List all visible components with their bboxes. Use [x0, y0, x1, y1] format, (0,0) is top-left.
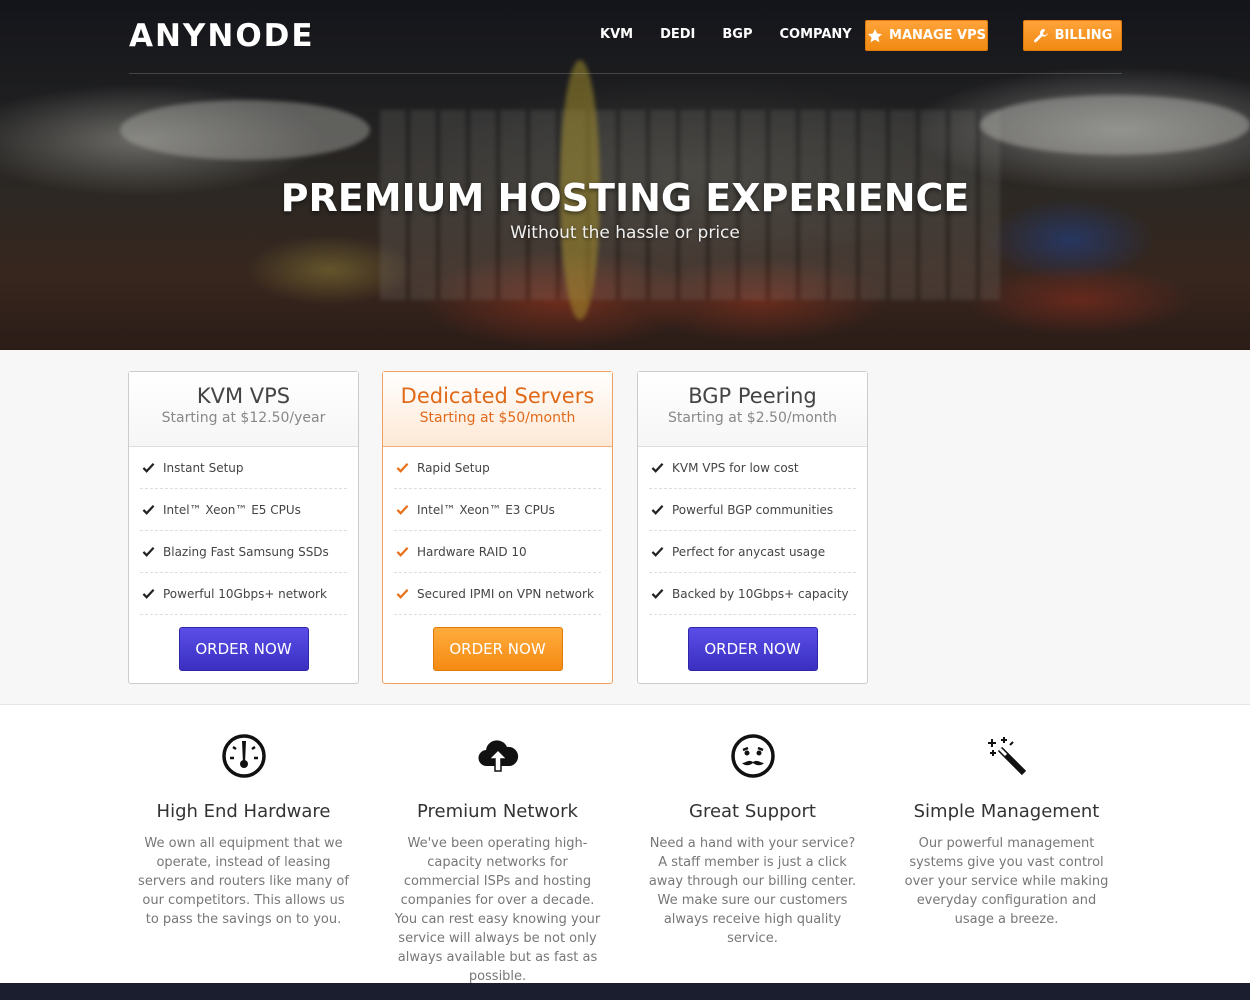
feature-title: Premium Network	[417, 801, 578, 822]
plan-feature-label: Rapid Setup	[417, 460, 490, 475]
hero-cable-decoration	[980, 95, 1250, 155]
billing-label: BILLING	[1054, 28, 1113, 43]
feature-description: Need a hand with your service? A staff m…	[648, 836, 857, 946]
check-icon	[651, 505, 664, 515]
plan-card-bgp-peering: BGP Peering Starting at $2.50/month KVM …	[637, 371, 868, 684]
main-nav: KVM DEDI BGP COMPANY	[600, 20, 879, 50]
site-logo[interactable]: ANYNODE	[129, 18, 315, 54]
plan-name: BGP Peering	[688, 384, 817, 408]
plan-header: BGP Peering Starting at $2.50/month	[638, 372, 867, 447]
check-icon	[651, 463, 664, 473]
features-section: High End Hardware We own all equipment t…	[0, 705, 1250, 986]
nav-link-dedi[interactable]: DEDI	[660, 20, 695, 50]
plan-feature-label: Backed by 10Gbps+ capacity	[672, 586, 849, 601]
plan-feature: Blazing Fast Samsung SSDs	[140, 531, 347, 573]
plan-card-kvm-vps: KVM VPS Starting at $12.50/year Instant …	[128, 371, 359, 684]
magic-wand-icon	[987, 737, 1026, 776]
plan-feature-label: Secured IPMI on VPN network	[417, 586, 594, 601]
order-now-button-kvm[interactable]: ORDER NOW	[178, 627, 309, 671]
check-icon	[396, 547, 409, 557]
check-icon	[651, 589, 664, 599]
feature-simple-management: Simple Management Our powerful managemen…	[899, 733, 1114, 929]
plan-header: Dedicated Servers Starting at $50/month	[383, 372, 612, 447]
plan-feature: Backed by 10Gbps+ capacity	[649, 573, 856, 615]
billing-button[interactable]: BILLING	[1023, 20, 1122, 51]
order-now-button-dedicated[interactable]: ORDER NOW	[432, 627, 563, 671]
check-icon	[396, 463, 409, 473]
order-now-button-bgp[interactable]: ORDER NOW	[687, 627, 818, 671]
check-icon	[142, 505, 155, 515]
plan-feature: Hardware RAID 10	[394, 531, 601, 573]
plan-price: Starting at $2.50/month	[667, 410, 838, 426]
feature-premium-network: Premium Network We've been operating hig…	[390, 733, 605, 986]
wrench-icon	[1033, 28, 1048, 42]
plan-feature-label: Intel™ Xeon™ E3 CPUs	[417, 502, 555, 517]
plan-feature: Instant Setup	[140, 447, 347, 489]
plan-name: KVM VPS	[196, 384, 291, 408]
header-divider	[129, 73, 1122, 74]
check-icon	[142, 463, 155, 473]
hero-title: PREMIUM HOSTING EXPERIENCE	[280, 176, 970, 220]
hero-cable-decoration	[120, 100, 370, 160]
cloud-upload-icon	[477, 740, 518, 772]
plan-feature-label: Perfect for anycast usage	[672, 544, 826, 559]
feature-title: High End Hardware	[156, 801, 331, 822]
plan-feature-label: Powerful 10Gbps+ network	[163, 586, 327, 601]
plan-feature: KVM VPS for low cost	[649, 447, 856, 489]
check-icon	[396, 505, 409, 515]
plan-feature: Perfect for anycast usage	[649, 531, 856, 573]
plan-feature-label: Intel™ Xeon™ E5 CPUs	[163, 502, 301, 517]
feature-great-support: Great Support Need a hand with your serv…	[645, 733, 860, 948]
plan-feature: Powerful BGP communities	[649, 489, 856, 531]
plan-feature: Intel™ Xeon™ E3 CPUs	[394, 489, 601, 531]
check-icon	[142, 589, 155, 599]
plan-feature: Secured IPMI on VPN network	[394, 573, 601, 615]
plan-feature-label: Instant Setup	[163, 460, 244, 475]
plan-feature-list: Rapid Setup Intel™ Xeon™ E3 CPUs Hardwar…	[383, 447, 612, 615]
check-icon	[651, 547, 664, 557]
plan-feature-label: Hardware RAID 10	[417, 544, 527, 559]
plan-price: Starting at $12.50/year	[161, 410, 326, 426]
plan-feature: Powerful 10Gbps+ network	[140, 573, 347, 615]
manage-vps-label: MANAGE VPS	[889, 28, 986, 43]
hero-subtitle: Without the hassle or price	[510, 223, 740, 243]
check-icon	[142, 547, 155, 557]
plan-feature-list: Instant Setup Intel™ Xeon™ E5 CPUs Blazi…	[129, 447, 358, 615]
nav-link-bgp[interactable]: BGP	[722, 20, 752, 50]
feature-high-end-hardware: High End Hardware We own all equipment t…	[136, 733, 351, 929]
plan-feature-label: Blazing Fast Samsung SSDs	[163, 544, 329, 559]
nav-link-kvm[interactable]: KVM	[600, 20, 633, 50]
pricing-section: KVM VPS Starting at $12.50/year Instant …	[0, 350, 1250, 705]
plan-feature: Rapid Setup	[394, 447, 601, 489]
plan-price: Starting at $50/month	[419, 410, 576, 426]
smiley-mustache-icon	[730, 734, 775, 778]
plan-name: Dedicated Servers	[400, 384, 595, 408]
plan-feature: Intel™ Xeon™ E5 CPUs	[140, 489, 347, 531]
plan-card-dedicated-servers: Dedicated Servers Starting at $50/month …	[382, 371, 613, 684]
feature-title: Great Support	[689, 801, 816, 822]
nav-link-company[interactable]: COMPANY	[780, 20, 852, 50]
feature-title: Simple Management	[913, 801, 1100, 822]
gauge-icon	[221, 734, 266, 778]
check-icon	[396, 589, 409, 599]
star-icon	[868, 28, 883, 42]
manage-vps-button[interactable]: MANAGE VPS	[865, 20, 988, 51]
footer-bar	[0, 983, 1250, 1000]
plan-feature-list: KVM VPS for low cost Powerful BGP commun…	[638, 447, 867, 615]
feature-description: Our powerful management systems give you…	[904, 836, 1109, 927]
plan-header: KVM VPS Starting at $12.50/year	[129, 372, 358, 447]
top-navigation: ANYNODE KVM DEDI BGP COMPANY MANAGE VPS …	[0, 0, 1250, 74]
plan-feature-label: KVM VPS for low cost	[672, 460, 799, 475]
feature-description: We own all equipment that we operate, in…	[138, 836, 349, 927]
feature-description: We've been operating high-capacity netwo…	[394, 836, 601, 984]
plan-feature-label: Powerful BGP communities	[672, 502, 834, 517]
